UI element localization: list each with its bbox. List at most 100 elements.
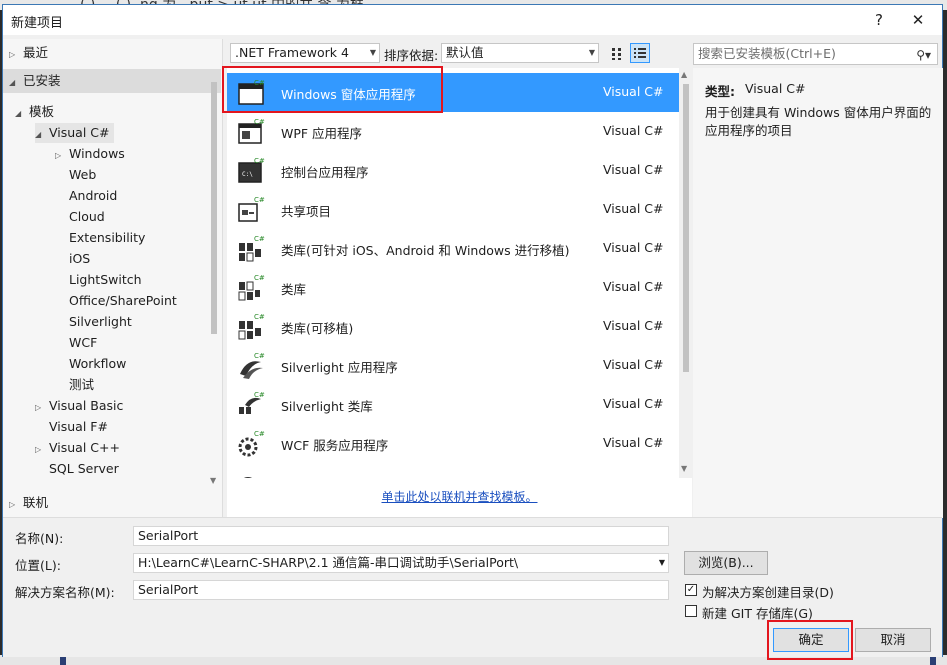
class-library-icon: C# bbox=[238, 274, 265, 301]
scroll-up-arrow-icon[interactable]: ▲ bbox=[681, 70, 687, 79]
svg-text:C#: C# bbox=[254, 196, 265, 204]
git-repo-checkbox[interactable] bbox=[685, 605, 697, 617]
cancel-button[interactable]: 取消 bbox=[855, 628, 931, 652]
annotation-highlight-ok bbox=[767, 620, 853, 660]
tree-item-visual-csharp[interactable]: ◢ Visual C# bbox=[35, 123, 114, 143]
template-name: 类库 bbox=[281, 282, 307, 297]
name-label: 名称(N): bbox=[15, 531, 64, 546]
template-item[interactable]: C# Silverlight 类库 Visual C# bbox=[227, 385, 679, 424]
template-list-scrollbar-thumb[interactable] bbox=[683, 84, 689, 372]
silverlight-library-icon: C# bbox=[239, 391, 265, 414]
tree-item-test[interactable]: 测试 bbox=[69, 375, 94, 395]
tree-section-installed[interactable]: ◢ 已安装 bbox=[3, 69, 221, 93]
chevron-down-icon: ▼ bbox=[588, 48, 595, 57]
template-info-panel: 类型: Visual C# 用于创建具有 Windows 窗体用户界面的应用程序… bbox=[693, 68, 943, 518]
template-language: Visual C# bbox=[603, 162, 664, 177]
template-name: Silverlight 类库 bbox=[281, 399, 373, 414]
tree-item-office-sharepoint[interactable]: Office/SharePoint bbox=[69, 291, 177, 311]
tree-item-cloud[interactable]: Cloud bbox=[69, 207, 105, 227]
silverlight-app-icon: C# bbox=[240, 352, 265, 379]
template-item[interactable]: C# WPF 应用程序 Visual C# bbox=[227, 112, 679, 151]
template-name: Silverlight 应用程序 bbox=[281, 360, 398, 375]
svg-text:C#: C# bbox=[254, 118, 265, 126]
template-item[interactable]: C# 类库(可针对 iOS、Android 和 Windows 进行移植) Vi… bbox=[227, 229, 679, 268]
chevron-right-icon: ▷ bbox=[35, 445, 42, 454]
tree-label-visual-csharp: Visual C# bbox=[49, 125, 110, 140]
tree-label: Visual C++ bbox=[49, 440, 120, 455]
template-name: 控制台应用程序 bbox=[281, 165, 369, 180]
location-label: 位置(L): bbox=[15, 558, 61, 573]
template-language: Visual C# bbox=[603, 396, 664, 411]
tree-section-online[interactable]: ▷ 联机 bbox=[3, 491, 221, 515]
create-directory-checkbox[interactable]: ✓ bbox=[685, 584, 697, 596]
tree-label-templates: 模板 bbox=[29, 104, 55, 119]
grid-view-button[interactable] bbox=[607, 43, 627, 63]
dialog-title: 新建项目 bbox=[11, 16, 64, 31]
template-language: Visual C# bbox=[603, 279, 664, 294]
tree-item-silverlight[interactable]: Silverlight bbox=[69, 312, 132, 332]
template-item[interactable]: C# 类库 Visual C# bbox=[227, 268, 679, 307]
chevron-down-icon: ▼ bbox=[369, 48, 376, 57]
template-item[interactable]: C# 共享项目 Visual C# bbox=[227, 190, 679, 229]
template-language: Visual C# bbox=[603, 357, 664, 372]
tree-item-windows[interactable]: ▷ Windows bbox=[55, 144, 125, 164]
template-item[interactable]: C# WCF 服务应用程序 Visual C# bbox=[227, 424, 679, 463]
template-list-scrollbar[interactable]: ▲ ▼ bbox=[679, 68, 692, 478]
template-name: 共享项目 bbox=[281, 204, 332, 219]
online-templates-link[interactable]: 单击此处以联机并查找模板。 bbox=[381, 490, 537, 504]
create-directory-label[interactable]: 为解决方案创建目录(D) bbox=[702, 582, 834, 601]
tree-scrollbar[interactable]: ▼ bbox=[208, 74, 220, 488]
tree-item-visual-basic[interactable]: ▷ Visual Basic bbox=[35, 396, 123, 416]
template-name: 类库(可针对 iOS、Android 和 Windows 进行移植) bbox=[281, 243, 570, 258]
template-language: Visual C# bbox=[603, 240, 664, 255]
tree-item-web[interactable]: Web bbox=[69, 165, 96, 185]
tree-label: Windows bbox=[69, 146, 125, 161]
project-settings-form: 名称(N): SerialPort 位置(L): H:\LearnC#\Lear… bbox=[3, 517, 942, 660]
tree-item-android[interactable]: Android bbox=[69, 186, 117, 206]
tree-item-extensibility[interactable]: Extensibility bbox=[69, 228, 145, 248]
template-item[interactable]: C# 类库(可移植) Visual C# bbox=[227, 307, 679, 346]
annotation-highlight-template bbox=[222, 66, 443, 113]
new-project-dialog: 新建项目 ? ✕ ▷ 最近 ◢ 已安装 ◢ 模板 ◢ Visual C# ▷ Window… bbox=[2, 4, 943, 660]
solution-name-input[interactable]: SerialPort bbox=[133, 580, 669, 600]
tree-item-visual-fsharp[interactable]: Visual F# bbox=[49, 417, 108, 437]
list-view-button[interactable] bbox=[630, 43, 650, 63]
svg-text:C#: C# bbox=[254, 157, 265, 165]
template-item[interactable]: C# Silverlight 应用程序 Visual C# bbox=[227, 346, 679, 385]
browse-button[interactable]: 浏览(B)... bbox=[684, 551, 768, 575]
template-tree: ▷ 最近 ◢ 已安装 ◢ 模板 ◢ Visual C# ▷ Windows Web And… bbox=[3, 39, 223, 517]
close-button[interactable]: ✕ bbox=[908, 10, 928, 30]
name-input[interactable]: SerialPort bbox=[133, 526, 669, 546]
checkmark-icon: ✓ bbox=[686, 584, 696, 595]
tree-item-workflow[interactable]: Workflow bbox=[69, 354, 126, 374]
svg-text:C#: C# bbox=[254, 391, 265, 399]
svg-text:C:\: C:\ bbox=[242, 171, 253, 178]
tree-item-ios[interactable]: iOS bbox=[69, 249, 90, 269]
template-name: WCF 服务应用程序 bbox=[281, 438, 389, 453]
scroll-down-arrow-icon[interactable]: ▼ bbox=[681, 464, 687, 473]
tree-scrollbar-thumb[interactable] bbox=[211, 82, 217, 334]
template-item[interactable]: C:\ C# 控制台应用程序 Visual C# bbox=[227, 151, 679, 190]
template-description: 用于创建具有 Windows 窗体用户界面的应用程序的项目 bbox=[705, 105, 932, 138]
svg-text:C#: C# bbox=[254, 313, 265, 321]
template-item-partial[interactable] bbox=[227, 463, 679, 478]
sort-select-value: 默认值 bbox=[446, 45, 484, 60]
chevron-down-icon: ◢ bbox=[15, 109, 22, 118]
tree-item-lightswitch[interactable]: LightSwitch bbox=[69, 270, 142, 290]
sort-select[interactable]: 默认值 ▼ bbox=[441, 43, 599, 63]
scroll-down-arrow-icon[interactable]: ▼ bbox=[210, 476, 216, 485]
tree-item-sql-server[interactable]: SQL Server bbox=[49, 459, 119, 479]
template-name: 类库(可移植) bbox=[281, 321, 354, 336]
tree-label-recent: 最近 bbox=[23, 45, 49, 60]
help-button[interactable]: ? bbox=[869, 10, 889, 30]
framework-select[interactable]: .NET Framework 4 ▼ bbox=[230, 43, 380, 63]
tree-section-recent[interactable]: ▷ 最近 bbox=[3, 41, 221, 65]
template-language: Visual C# bbox=[603, 123, 664, 138]
tree-item-templates[interactable]: ◢ 模板 bbox=[15, 102, 54, 122]
location-input[interactable]: H:\LearnC#\LearnC-SHARP\2.1 通信篇-串口调试助手\S… bbox=[133, 553, 669, 573]
tree-item-visual-cpp[interactable]: ▷ Visual C++ bbox=[35, 438, 120, 458]
tree-item-wcf[interactable]: WCF bbox=[69, 333, 97, 353]
template-search-input[interactable]: 搜索已安装模板(Ctrl+E) ⚲▾ bbox=[693, 43, 938, 65]
chevron-down-icon[interactable]: ▼ bbox=[659, 554, 665, 572]
svg-text:C#: C# bbox=[254, 430, 265, 438]
